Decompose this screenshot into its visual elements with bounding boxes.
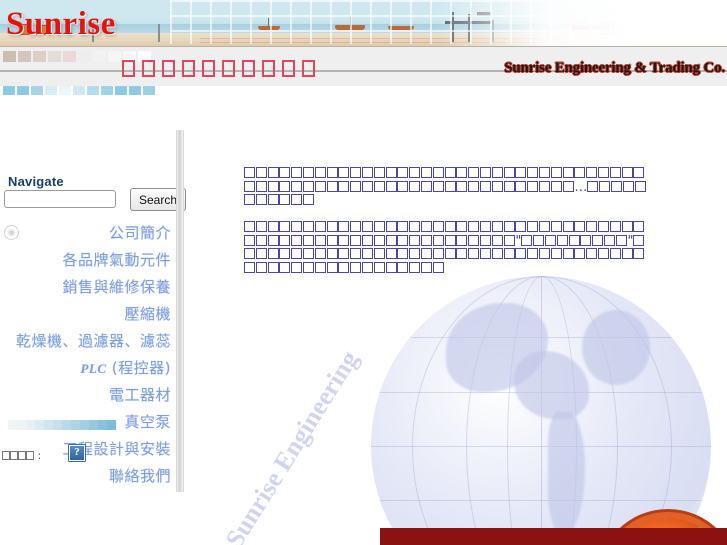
sidebar-heading: Navigate: [8, 174, 64, 189]
intro-paragraph-2: " ": [244, 221, 652, 275]
broken-image-icon[interactable]: [68, 444, 86, 462]
decor-blocks-blue: [3, 86, 157, 95]
site-title-chinese: [122, 60, 322, 78]
plc-suffix-label: (程控器): [106, 359, 171, 377]
search-input[interactable]: [4, 190, 116, 208]
plc-label: PLC: [80, 361, 107, 376]
decor-blocks-gradient: [8, 420, 116, 430]
intro-paragraph-1: …: [244, 167, 652, 208]
sidebar-scrollbar[interactable]: [176, 130, 184, 492]
sidebar-item-compressors[interactable]: 壓縮機: [0, 301, 177, 328]
sidebar-item-plc-controllers[interactable]: PLC (程控器): [0, 355, 177, 382]
sidebar: Navigate Search ◉ 公司簡介 各品牌氣動元件 銷售與維修保養 壓…: [0, 86, 187, 491]
page-root: Sunrise Sunrise Engineering & Trading Co…: [0, 0, 727, 545]
banner-fade-right: [436, 0, 636, 47]
site-logo[interactable]: Sunrise: [6, 6, 116, 42]
banner-pole-mid: [158, 24, 160, 42]
site-title-english: Sunrise Engineering & Trading Co.: [504, 60, 725, 76]
sidebar-item-sales-and-maintenance[interactable]: 銷售與維修保養: [0, 274, 177, 301]
sidebar-item-electrical-equipment[interactable]: 電工器材: [0, 382, 177, 409]
footer-red-band: [380, 528, 727, 545]
sidebar-item-dryers-filters-elements[interactable]: 乾燥機、過濾器、濾蕊: [0, 328, 177, 355]
visitor-counter-label: :: [2, 449, 41, 462]
sidebar-item-pneumatic-components[interactable]: 各品牌氣動元件: [0, 247, 177, 274]
globe-watermark: [371, 276, 711, 545]
search-row: Search: [4, 188, 187, 212]
visitor-counter-row: :: [2, 444, 177, 469]
main-content: Sunrise Engineering … " ": [186, 86, 727, 545]
sidebar-item-company-profile[interactable]: 公司簡介: [0, 220, 177, 247]
